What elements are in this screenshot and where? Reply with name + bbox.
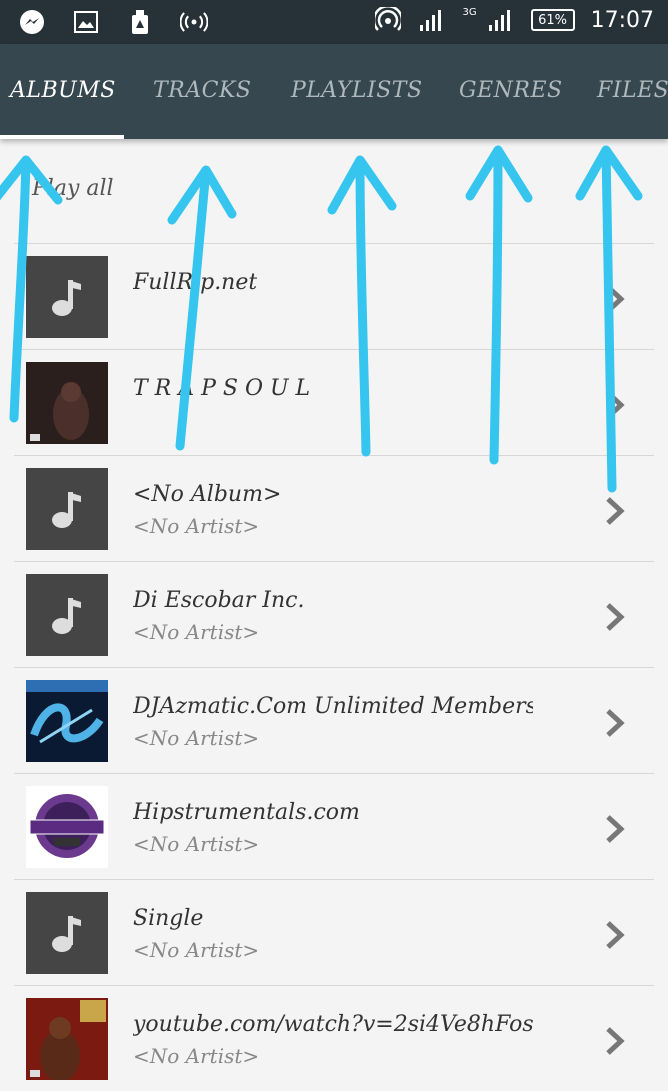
album-row[interactable]: Single <No Artist>: [14, 879, 654, 985]
tab-tracks[interactable]: TRACKS: [153, 78, 251, 103]
album-artist: <No Artist>: [133, 832, 260, 856]
chevron-right-icon[interactable]: [604, 814, 626, 844]
tab-genres[interactable]: GENRES: [459, 78, 563, 103]
album-row[interactable]: Di Escobar Inc. <No Artist>: [14, 561, 654, 667]
album-artist: <No Artist>: [133, 1044, 260, 1068]
clock: 17:07: [590, 7, 654, 33]
cleaner-icon: [126, 8, 154, 36]
note-icon: [26, 892, 108, 974]
album-row[interactable]: <No Album> <No Artist>: [14, 455, 654, 561]
chevron-right-icon[interactable]: [604, 496, 626, 526]
chevron-right-icon[interactable]: [604, 1026, 626, 1056]
album-title: Di Escobar Inc.: [133, 588, 305, 613]
album-row[interactable]: Hipstrumentals.com <No Artist>: [14, 773, 654, 879]
hotspot-icon: [374, 6, 402, 34]
tab-bar: ALBUMS TRACKS PLAYLISTS GENRES FILES: [0, 44, 668, 139]
album-artist: <No Artist>: [133, 726, 260, 750]
djazmatic-cover: [26, 680, 108, 762]
play-all-button[interactable]: Play all: [32, 176, 114, 201]
album-list: FullRip.net T R A P S O U L <No Album> <…: [14, 243, 654, 1091]
note-icon: [26, 574, 108, 656]
battery-indicator: 61%: [530, 9, 575, 31]
status-bar: 3G 61% 17:07: [0, 0, 668, 44]
signal-3g-icon: [487, 6, 515, 34]
signal-icon: [418, 6, 446, 34]
chevron-right-icon[interactable]: [604, 920, 626, 950]
album-row[interactable]: youtube.com/watch?v=2si4Ve8hFos <No Arti…: [14, 985, 654, 1091]
messenger-icon: [18, 8, 46, 36]
wireless-icon: [180, 8, 208, 36]
album-title: youtube.com/watch?v=2si4Ve8hFos: [133, 1012, 533, 1037]
chevron-right-icon[interactable]: [604, 390, 626, 420]
tab-files[interactable]: FILES: [597, 78, 668, 103]
chevron-right-icon[interactable]: [604, 708, 626, 738]
chevron-right-icon[interactable]: [604, 284, 626, 314]
tab-albums[interactable]: ALBUMS: [10, 78, 116, 103]
album-title: DJAzmatic.Com Unlimited Membership: [133, 694, 533, 719]
tab-playlists[interactable]: PLAYLISTS: [291, 78, 423, 103]
album-artist: <No Artist>: [133, 514, 260, 538]
trapsoul-cover: [26, 362, 108, 444]
album-row[interactable]: FullRip.net: [14, 243, 654, 349]
tab-indicator: [0, 135, 124, 139]
chevron-right-icon[interactable]: [604, 602, 626, 632]
album-title: Hipstrumentals.com: [133, 800, 360, 825]
album-title: FullRip.net: [133, 270, 258, 295]
album-row[interactable]: DJAzmatic.Com Unlimited Membership <No A…: [14, 667, 654, 773]
network-type: 3G: [462, 6, 477, 18]
album-row[interactable]: T R A P S O U L: [14, 349, 654, 455]
album-title: <No Album>: [133, 482, 282, 507]
album-artist: <No Artist>: [133, 620, 260, 644]
album-title: Single: [133, 906, 204, 931]
hipstrumentals-cover: [26, 786, 108, 868]
note-icon: [26, 256, 108, 338]
50cent-cover: [26, 998, 108, 1080]
album-artist: <No Artist>: [133, 938, 260, 962]
note-icon: [26, 468, 108, 550]
image-icon: [72, 8, 100, 36]
album-title: T R A P S O U L: [133, 376, 311, 401]
